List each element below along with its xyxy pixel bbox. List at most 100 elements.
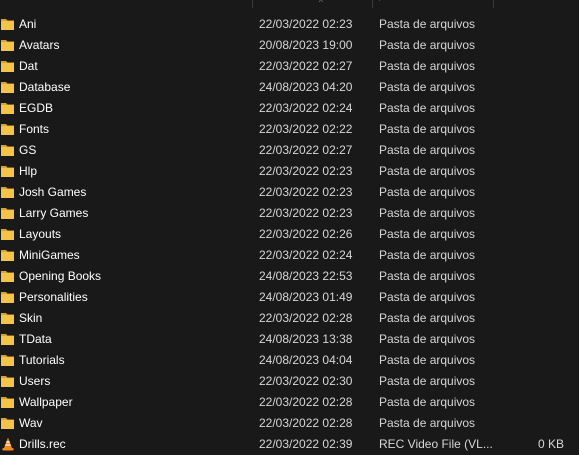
file-type: Pasta de arquivos	[379, 59, 476, 73]
file-type: Pasta de arquivos	[379, 248, 476, 262]
file-type: Pasta de arquivos	[379, 143, 476, 157]
file-row[interactable]: Wallpaper 22/03/2022 02:28 Pasta de arquiv…	[0, 392, 579, 413]
file-modified-date: 22/03/2022 02:23	[259, 185, 353, 199]
folder-icon	[1, 143, 15, 157]
file-modified-date: 22/03/2022 02:28	[259, 416, 353, 430]
file-row[interactable]: Hlp 22/03/2022 02:23 Pasta de arquivos	[0, 161, 579, 182]
file-name: Layouts	[19, 227, 62, 241]
file-modified-date: 22/03/2022 02:27	[259, 143, 353, 157]
file-type: Pasta de arquivos	[379, 206, 476, 220]
file-row[interactable]: MiniGames 22/03/2022 02:24 Pasta de arquiv…	[0, 245, 579, 266]
file-name: Hlp	[19, 164, 38, 178]
file-modified-date: 22/03/2022 02:27	[259, 59, 353, 73]
folder-icon	[1, 290, 15, 304]
folder-icon	[1, 206, 15, 220]
file-list: Ani 22/03/2022 02:23 Pasta de arquivos Avat…	[0, 14, 579, 455]
file-type: Pasta de arquivos	[379, 332, 476, 346]
folder-icon	[1, 353, 15, 367]
file-row[interactable]: Larry Games 22/03/2022 02:23 Pasta de arqu…	[0, 203, 579, 224]
file-modified-date: 22/03/2022 02:26	[259, 227, 353, 241]
file-row[interactable]: Skin 22/03/2022 02:28 Pasta de arquivos	[0, 308, 579, 329]
folder-icon	[1, 185, 15, 199]
file-row[interactable]: Drills.rec 22/03/2022 02:39 REC Video File…	[0, 434, 579, 455]
file-modified-date: 22/03/2022 02:28	[259, 395, 353, 409]
file-row[interactable]: Wav 22/03/2022 02:28 Pasta de arquivos	[0, 413, 579, 434]
folder-icon	[1, 395, 15, 409]
file-row[interactable]: GS 22/03/2022 02:27 Pasta de arquivos	[0, 140, 579, 161]
file-type: Pasta de arquivos	[379, 122, 476, 136]
file-row[interactable]: Fonts 22/03/2022 02:22 Pasta de arquivos	[0, 119, 579, 140]
file-name: Josh Games	[19, 185, 87, 199]
file-name: Larry Games	[19, 206, 89, 220]
column-divider[interactable]	[252, 0, 253, 8]
file-row[interactable]: Personalities 24/08/2023 01:49 Pasta de ar…	[0, 287, 579, 308]
file-name: Skin	[19, 311, 43, 325]
folder-icon	[1, 164, 15, 178]
file-row[interactable]: Database 24/08/2023 04:20 Pasta de arquivo…	[0, 77, 579, 98]
folder-icon	[1, 122, 15, 136]
file-modified-date: 24/08/2023 01:49	[259, 290, 353, 304]
file-row[interactable]: Opening Books 24/08/2023 22:53 Pasta de ar…	[0, 266, 579, 287]
file-name: Database	[19, 80, 71, 94]
file-name: Tutorials	[19, 353, 65, 367]
file-type: Pasta de arquivos	[379, 269, 476, 283]
file-row[interactable]: Ani 22/03/2022 02:23 Pasta de arquivos	[0, 14, 579, 35]
file-modified-date: 24/08/2023 22:53	[259, 269, 353, 283]
file-modified-date: 22/03/2022 02:24	[259, 248, 353, 262]
folder-icon	[1, 38, 15, 52]
file-row[interactable]: Dat 22/03/2022 02:27 Pasta de arquivos	[0, 56, 579, 77]
file-name: Users	[19, 374, 51, 388]
folder-icon	[1, 416, 15, 430]
file-modified-date: 22/03/2022 02:23	[259, 164, 353, 178]
file-explorer-list: ^ ' Ani 22/03/2022 02:23 Pasta de arquivos…	[0, 0, 579, 455]
file-type: Pasta de arquivos	[379, 374, 476, 388]
file-modified-date: 22/03/2022 02:39	[259, 437, 353, 451]
file-row[interactable]: Josh Games 22/03/2022 02:23 Pasta de arqui…	[0, 182, 579, 203]
file-type: Pasta de arquivos	[379, 395, 476, 409]
file-row[interactable]: Users 22/03/2022 02:30 Pasta de arquivos	[0, 371, 579, 392]
file-name: Opening Books	[19, 269, 102, 283]
file-name: MiniGames	[19, 248, 80, 262]
file-type: Pasta de arquivos	[379, 38, 476, 52]
file-name: Ani	[19, 17, 37, 31]
folder-icon	[1, 80, 15, 94]
file-modified-date: 22/03/2022 02:30	[259, 374, 353, 388]
folder-icon	[1, 17, 15, 31]
file-modified-date: 20/08/2023 19:00	[259, 38, 353, 52]
file-modified-date: 22/03/2022 02:23	[259, 17, 353, 31]
file-modified-date: 24/08/2023 04:04	[259, 353, 353, 367]
file-name: Avatars	[19, 38, 60, 52]
file-name: Fonts	[19, 122, 50, 136]
file-name: Wav	[19, 416, 43, 430]
column-divider[interactable]	[372, 0, 373, 8]
file-type: Pasta de arquivos	[379, 353, 476, 367]
file-modified-date: 22/03/2022 02:23	[259, 206, 353, 220]
file-type: Pasta de arquivos	[379, 80, 476, 94]
file-type: Pasta de arquivos	[379, 185, 476, 199]
file-name: Personalities	[19, 290, 88, 304]
file-modified-date: 22/03/2022 02:28	[259, 311, 353, 325]
vlc-cone-icon	[1, 437, 15, 451]
file-row[interactable]: Layouts 22/03/2022 02:26 Pasta de arquivos	[0, 224, 579, 245]
file-name: Wallpaper	[19, 395, 73, 409]
file-modified-date: 22/03/2022 02:22	[259, 122, 353, 136]
file-modified-date: 24/08/2023 13:38	[259, 332, 353, 346]
file-row[interactable]: Tutorials 24/08/2023 04:04 Pasta de arquiv…	[0, 350, 579, 371]
file-row[interactable]: Avatars 20/08/2023 19:00 Pasta de arquivos	[0, 35, 579, 56]
folder-icon	[1, 374, 15, 388]
folder-icon	[1, 311, 15, 325]
folder-icon	[1, 101, 15, 115]
file-row[interactable]: TData 24/08/2023 13:38 Pasta de arquivos	[0, 329, 579, 350]
file-name: TData	[19, 332, 52, 346]
column-divider[interactable]	[493, 0, 494, 8]
folder-icon	[1, 227, 15, 241]
file-row[interactable]: EGDB 22/03/2022 02:24 Pasta de arquivos	[0, 98, 579, 119]
file-type: Pasta de arquivos	[379, 227, 476, 241]
sort-indicator-icon: ^	[319, 0, 323, 7]
file-name: EGDB	[19, 101, 54, 115]
file-size: 0 KB	[537, 437, 564, 451]
file-type: Pasta de arquivos	[379, 164, 476, 178]
file-type: Pasta de arquivos	[379, 290, 476, 304]
folder-icon	[1, 332, 15, 346]
header-glyph: '	[379, 0, 381, 7]
